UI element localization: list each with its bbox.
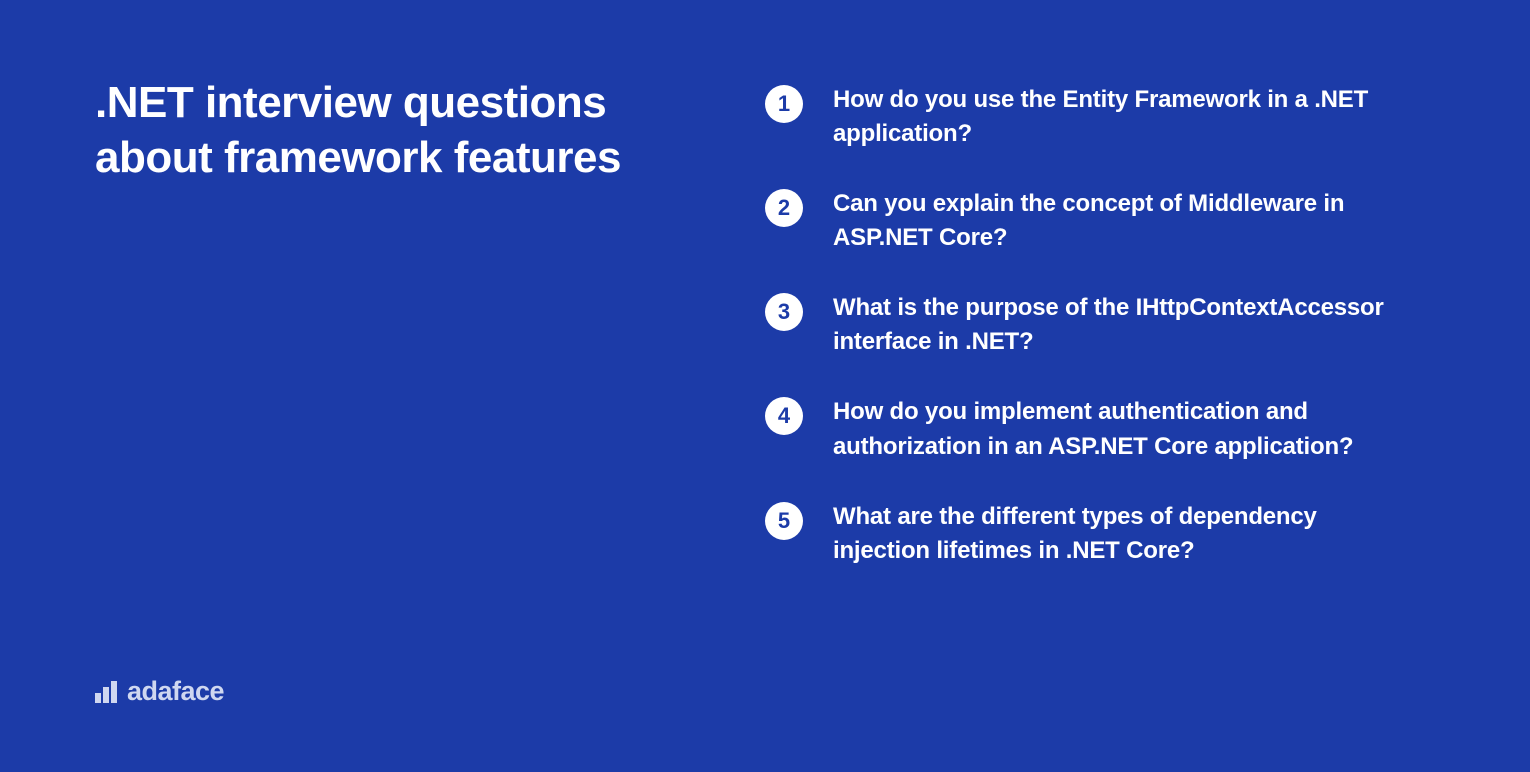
item-number-badge: 3 xyxy=(765,293,803,331)
bars-icon xyxy=(95,681,117,703)
brand-name: adaface xyxy=(127,676,224,707)
list-item: 2 Can you explain the concept of Middlew… xyxy=(765,187,1435,255)
question-list: 1 How do you use the Entity Framework in… xyxy=(765,75,1435,722)
list-item: 1 How do you use the Entity Framework in… xyxy=(765,83,1435,151)
item-number-badge: 5 xyxy=(765,502,803,540)
item-question: How do you implement authentication and … xyxy=(833,395,1393,463)
item-number-badge: 1 xyxy=(765,85,803,123)
item-question: Can you explain the concept of Middlewar… xyxy=(833,187,1393,255)
page-title: .NET interview questions about framework… xyxy=(95,75,725,185)
brand-logo: adaface xyxy=(95,676,725,707)
list-item: 3 What is the purpose of the IHttpContex… xyxy=(765,291,1435,359)
item-question: What are the different types of dependen… xyxy=(833,500,1393,568)
item-number-badge: 2 xyxy=(765,189,803,227)
list-item: 5 What are the different types of depend… xyxy=(765,500,1435,568)
item-question: How do you use the Entity Framework in a… xyxy=(833,83,1393,151)
item-number-badge: 4 xyxy=(765,397,803,435)
item-question: What is the purpose of the IHttpContextA… xyxy=(833,291,1393,359)
list-item: 4 How do you implement authentication an… xyxy=(765,395,1435,463)
left-column: .NET interview questions about framework… xyxy=(95,75,765,722)
